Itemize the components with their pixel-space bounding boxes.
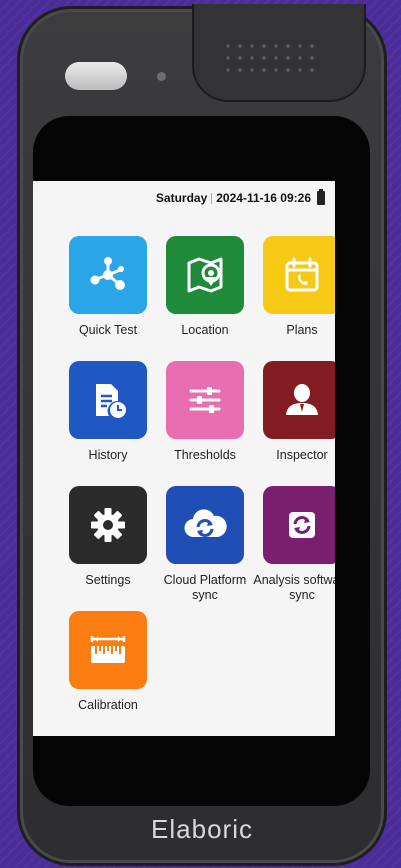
app-plans[interactable]: Plans [252, 236, 335, 338]
battery-icon [317, 189, 325, 205]
front-camera [65, 62, 127, 90]
app-label: Settings [85, 573, 131, 587]
app-analysis-software-sync[interactable]: Analysis software sync [252, 486, 335, 603]
app-label: Analysis software sync [253, 573, 335, 602]
app-label: Location [181, 323, 229, 337]
app-location[interactable]: Location [155, 236, 255, 338]
app-history[interactable]: History [58, 361, 158, 463]
app-inspector[interactable]: Inspector [252, 361, 335, 463]
app-label: Inspector [276, 448, 328, 462]
app-settings[interactable]: Settings [58, 486, 158, 588]
status-day: Saturday [155, 191, 208, 205]
document-clock-icon [69, 361, 147, 439]
map-pin-icon [166, 236, 244, 314]
app-label: History [88, 448, 128, 462]
sliders-icon [166, 361, 244, 439]
app-cloud-platform-sync[interactable]: Cloud Platform sync [155, 486, 255, 603]
app-calibration[interactable]: Calibration [58, 611, 158, 713]
sync-icon [263, 486, 335, 564]
app-label: Quick Test [78, 323, 138, 337]
app-quick-test[interactable]: Quick Test [58, 236, 158, 338]
network-icon [69, 236, 147, 314]
person-icon [263, 361, 335, 439]
cloud-sync-icon [166, 486, 244, 564]
calendar-icon [263, 236, 335, 314]
gear-icon [69, 486, 147, 564]
app-label: Cloud Platform sync [163, 573, 247, 602]
app-thresholds[interactable]: Thresholds [155, 361, 255, 463]
app-label: Plans [286, 323, 318, 337]
proximity-sensor [157, 72, 166, 81]
app-label: Thresholds [174, 448, 236, 462]
ruler-icon [69, 611, 147, 689]
status-datetime: 2024-11-16 09:26 [216, 191, 311, 205]
speaker-grille [192, 4, 366, 102]
brand-logo: Elaboric [151, 814, 253, 844]
home-screen: Saturday 2024-11-16 09:26 Quick Test Loc… [33, 181, 335, 736]
app-label: Calibration [78, 698, 138, 712]
status-bar: Saturday 2024-11-16 09:26 [155, 189, 325, 205]
